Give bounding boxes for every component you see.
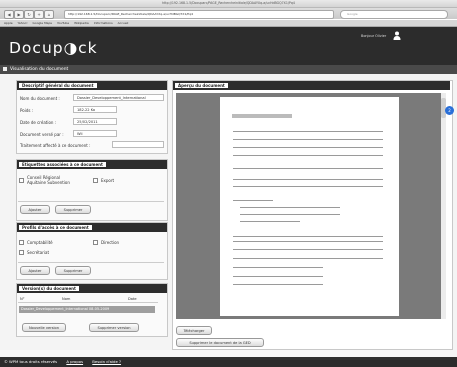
panel-header: Version(s) du document [17,284,167,293]
browser-toolbar: ◀ ▶ ↻ + ⌂ http://192.168.1.5/Docuparc/PA… [0,8,457,19]
bookmarks-bar: Apple Yahoo! Google Maps YouTube Wikiped… [0,20,457,27]
panel-title: Profils d'accès à ce document [19,225,92,230]
profile-checkbox[interactable] [93,240,98,245]
column-header-number: N° [20,297,25,301]
url-bar[interactable]: http://192.168.1.5/Docuparc/PAGE_Recherc… [64,10,334,19]
about-link[interactable]: A propos [66,359,83,364]
column-header-name: Nom [62,297,71,301]
profile-checkbox[interactable] [19,250,24,255]
page-nav-badge[interactable]: 2 [445,106,454,115]
bookmark-item[interactable]: Google Maps [33,21,52,25]
section-bar: Visualisation du document [0,65,457,74]
form-line [233,276,323,277]
section-title: Visualisation du document [10,67,69,72]
form-line [233,155,383,156]
form-title-block [232,114,292,118]
form-line [233,168,383,169]
section-icon [3,66,7,71]
weight-label: Poids : [20,108,34,113]
delete-document-button[interactable]: Supprimer le document de la GED [176,338,264,347]
filed-by-field[interactable]: Wil [73,130,117,137]
bookmark-item[interactable]: Wikipedia [74,21,89,25]
form-line [233,147,383,148]
app-logo[interactable]: Docup◑ck [9,39,98,57]
back-icon[interactable]: ◀ [4,10,14,19]
form-line [240,221,300,222]
bookmark-item[interactable]: Informations [94,21,113,25]
divider [18,302,158,303]
home-icon[interactable]: ⌂ [44,10,54,19]
viewer-scrollbar[interactable] [441,93,446,319]
add-bookmark-icon[interactable]: + [34,10,44,19]
bookmark-item[interactable]: Yahoo! [18,21,28,25]
panel-header: Profils d'accès à ce document [17,223,167,232]
download-button[interactable]: Télécharger [176,326,212,335]
treatment-label: Traitement affecté à ce document : [20,143,91,148]
column-header-date: Date [128,297,137,301]
panel-title: Descriptif général du document [19,83,97,88]
weight-field[interactable]: 182.22 Ko [73,106,117,113]
panel-title: Version(s) du document [19,286,79,291]
profile-label: Direction [101,240,120,245]
form-line [233,179,383,180]
form-line [233,200,273,201]
copyright-text: © WPM tous droits réservés [4,359,58,364]
tag-checkbox[interactable] [93,178,98,183]
remove-tag-button[interactable]: Supprimer [55,205,91,214]
user-greeting: Bonjour Olivier [361,34,387,38]
forward-icon[interactable]: ▶ [14,10,24,19]
add-profile-button[interactable]: Ajouter [20,266,50,275]
help-link[interactable]: Besoin d'aide ? [92,359,121,364]
panel-title: Etiquettes associées à ce document [19,162,106,167]
page-footer: © WPM tous droits réservés A propos Beso… [0,357,457,367]
browser-search-input[interactable]: Google [340,10,448,19]
tag-label: Export [101,178,115,183]
form-line [233,236,383,237]
form-line [233,284,323,285]
new-version-button[interactable]: Nouvelle version [22,323,66,332]
form-line [233,241,383,242]
panel-title: Aperçu du document [175,83,228,88]
divider [18,201,164,202]
remove-profile-button[interactable]: Supprimer [55,266,91,275]
bookmark-item[interactable]: Apple [4,21,13,25]
panel-header: Aperçu du document [173,81,450,90]
profile-label: Secrétariat [27,250,50,255]
add-tag-button[interactable]: Ajouter [20,205,50,214]
date-field[interactable]: 25/02/2011 [73,118,117,125]
browser-title-bar: http://192.168.1.5/Docuparc/PAGE_Recherc… [0,0,457,8]
panel-header: Descriptif général du document [17,81,167,90]
user-icon[interactable] [393,31,401,40]
form-line [233,139,383,140]
form-line [233,186,383,187]
delete-version-button[interactable]: Supprimer version [89,323,139,332]
tag-label: Conseil Régional Aquitaine Subvention [27,175,70,185]
form-line [240,214,340,215]
form-line [233,131,383,132]
panel-header: Etiquettes associées à ce document [17,160,167,169]
profile-checkbox[interactable] [19,240,24,245]
bookmark-item[interactable]: Accueil [118,21,129,25]
form-line [240,207,340,208]
bookmark-item[interactable]: YouTube [57,21,69,25]
name-field[interactable]: Dossier_Developpement_International [73,94,164,101]
profile-label: Comptabilité [27,240,53,245]
form-line [233,249,383,250]
filed-by-label: Document versé par : [20,132,64,137]
treatment-field[interactable] [112,141,164,148]
form-line [233,258,383,259]
date-label: Date de création : [20,120,57,125]
version-row[interactable]: Dossier_Developpement_International 08-0… [19,306,155,313]
name-label: Nom du document : [20,96,60,101]
reload-icon[interactable]: ↻ [24,10,34,19]
divider [18,262,164,263]
tag-checkbox[interactable] [19,178,24,183]
form-line [233,267,323,268]
